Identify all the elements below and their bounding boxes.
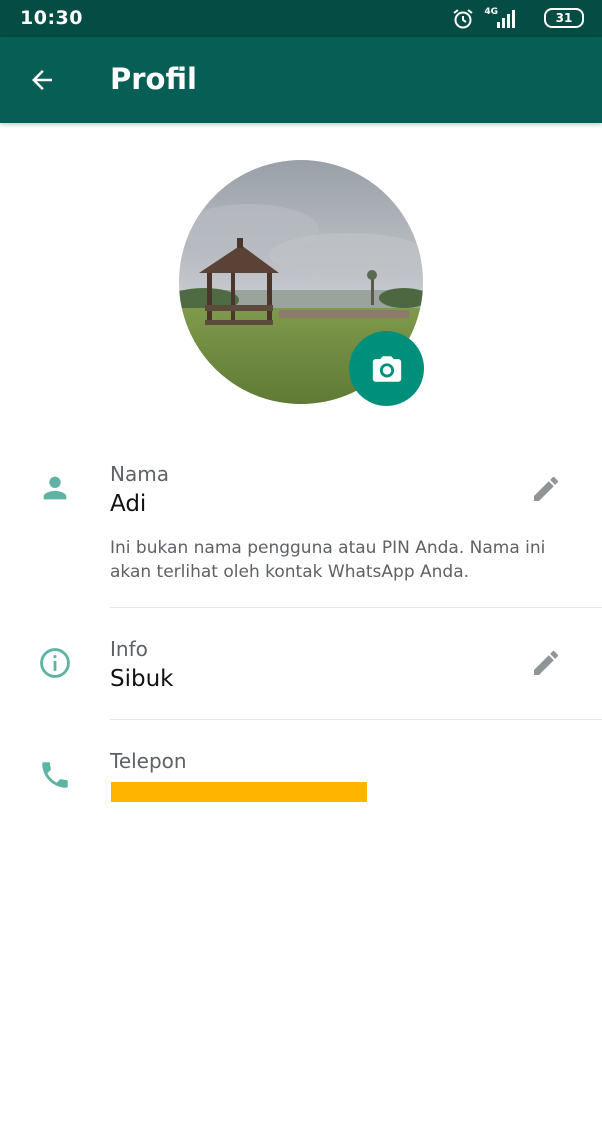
battery-icon: 31 bbox=[544, 8, 584, 28]
divider bbox=[110, 719, 602, 720]
phone-label: Telepon bbox=[110, 749, 187, 773]
status-time: 10:30 bbox=[20, 7, 83, 29]
phone-icon bbox=[42, 762, 68, 788]
name-hint: Ini bukan nama pengguna atau PIN Anda. N… bbox=[110, 538, 546, 582]
name-value[interactable]: Adi bbox=[110, 491, 146, 517]
change-photo-button[interactable] bbox=[349, 331, 424, 406]
alarm-icon bbox=[453, 9, 473, 29]
signal-icon bbox=[497, 10, 515, 28]
phone-number-redacted bbox=[111, 782, 367, 802]
edit-about-pencil-icon[interactable] bbox=[530, 647, 562, 679]
profile-photo-section bbox=[179, 160, 424, 406]
app-bar: Profil bbox=[0, 37, 602, 123]
about-value[interactable]: Sibuk bbox=[110, 666, 174, 692]
person-icon bbox=[43, 476, 67, 500]
camera-icon bbox=[372, 355, 401, 382]
edit-name-pencil-icon[interactable] bbox=[530, 473, 562, 505]
about-label: Info bbox=[110, 637, 148, 661]
info-icon bbox=[40, 648, 70, 678]
name-label: Nama bbox=[110, 462, 169, 486]
status-bar: 10:30 4G 31 bbox=[0, 0, 602, 37]
divider bbox=[110, 607, 602, 608]
page-title: Profil bbox=[110, 62, 197, 96]
back-arrow-icon[interactable] bbox=[27, 65, 57, 95]
